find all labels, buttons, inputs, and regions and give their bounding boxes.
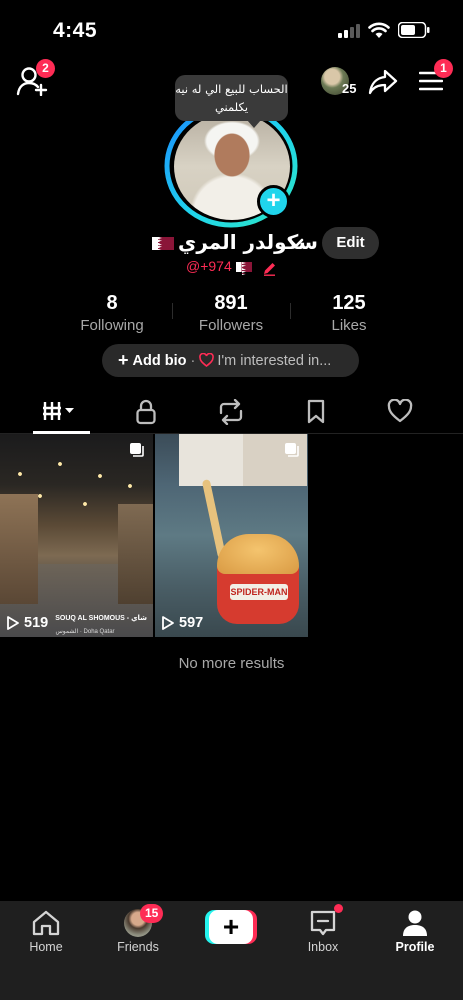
display-name-row[interactable]: سكولدر المري (150, 228, 318, 258)
stat-divider (290, 303, 291, 319)
video-thumbnail[interactable]: SPIDER-MAN 597 (155, 434, 308, 637)
create-plus-icon: + (209, 910, 253, 944)
followers-stat[interactable]: 891 Followers (181, 292, 281, 334)
cellular-signal-icon (338, 24, 360, 38)
play-icon (7, 616, 19, 630)
nav-inbox-label: Inbox (307, 940, 339, 954)
followers-label: Followers (198, 317, 264, 334)
qatar-flag-icon (236, 262, 252, 272)
nav-inbox[interactable]: Inbox (283, 909, 363, 954)
nav-profile[interactable]: Profile (375, 909, 455, 954)
grid-icon (43, 402, 74, 420)
inbox-notification-dot (334, 904, 343, 913)
cup-label: SPIDER-MAN (230, 584, 288, 600)
wifi-icon (368, 22, 390, 38)
video-caption-location: الشموس · Doha Qatar (55, 629, 115, 635)
play-icon (162, 616, 174, 630)
profile-icon (403, 910, 427, 936)
following-label: Following (80, 317, 144, 334)
pencil-icon[interactable] (262, 261, 277, 276)
profile-note-tail (247, 120, 261, 128)
repost-icon (219, 399, 243, 425)
tab-reposts[interactable] (185, 392, 277, 434)
create-button[interactable]: + (205, 910, 257, 944)
friends-badge: 15 (140, 904, 164, 923)
nav-profile-label: Profile (395, 940, 435, 954)
stat-divider (172, 303, 173, 319)
likes-count: 125 (332, 292, 366, 314)
username: @+974 (186, 258, 232, 274)
nav-friends-label: Friends (117, 940, 159, 954)
username-row[interactable]: @+974 (186, 258, 275, 278)
view-count: 597 (161, 614, 203, 632)
thumbnail-scene (217, 534, 299, 574)
heart-outline-icon (199, 353, 215, 367)
tab-videos[interactable] (15, 392, 107, 434)
share-icon[interactable] (368, 68, 398, 96)
lock-icon (136, 399, 156, 425)
followers-count: 891 (214, 292, 248, 314)
status-time: 4:45 (53, 19, 98, 42)
nav-home-label: Home (29, 940, 63, 954)
inbox-icon (310, 910, 336, 936)
thumbnail-scene (0, 494, 38, 604)
tab-favorites[interactable] (270, 392, 362, 434)
profile-tabs (0, 392, 463, 434)
profile-note-bubble[interactable]: الحساب للبيع الي له نيه يكلمني (175, 75, 288, 121)
qatar-flag-icon (152, 237, 174, 250)
no-more-results: No more results (178, 655, 285, 672)
multi-photo-icon (285, 443, 299, 457)
likes-stat[interactable]: 125 Likes (299, 292, 399, 334)
tab-private[interactable] (100, 392, 192, 434)
menu-badge: 1 (434, 59, 453, 78)
following-count: 8 (106, 292, 118, 314)
bookmark-icon (307, 399, 325, 424)
bio-pill[interactable]: + Add bio · I'm interested in... (102, 344, 359, 377)
nav-friends[interactable]: Friends (98, 909, 178, 954)
tab-liked[interactable] (354, 392, 446, 434)
video-thumbnail[interactable]: SOUQ AL SHOMOUS - شاي الشموس · Doha Qata… (0, 434, 153, 637)
view-count-value: 597 (179, 615, 204, 631)
interests-button[interactable]: I'm interested in... (217, 353, 331, 369)
view-count-value: 519 (24, 615, 49, 631)
thumbnail-scene (118, 504, 153, 604)
following-stat[interactable]: 8 Following (62, 292, 162, 334)
friend-requests-badge: 2 (36, 59, 55, 78)
add-bio-button[interactable]: Add bio (133, 353, 187, 369)
likes-label: Likes (331, 317, 367, 334)
bio-separator: · (190, 353, 196, 369)
add-story-button[interactable]: + (257, 185, 290, 218)
profile-viewers-count[interactable]: 25 (342, 81, 356, 96)
multi-photo-icon (130, 443, 144, 457)
nav-home[interactable]: Home (6, 909, 86, 954)
battery-icon (398, 22, 430, 38)
edit-profile-button[interactable]: Edit (322, 227, 379, 259)
heart-icon (387, 399, 413, 423)
home-icon (32, 910, 60, 936)
chevron-down-icon[interactable] (288, 236, 304, 250)
view-count: 519 (6, 614, 48, 632)
plus-icon: + (118, 350, 129, 370)
status-bar: 4:45 (0, 0, 463, 60)
